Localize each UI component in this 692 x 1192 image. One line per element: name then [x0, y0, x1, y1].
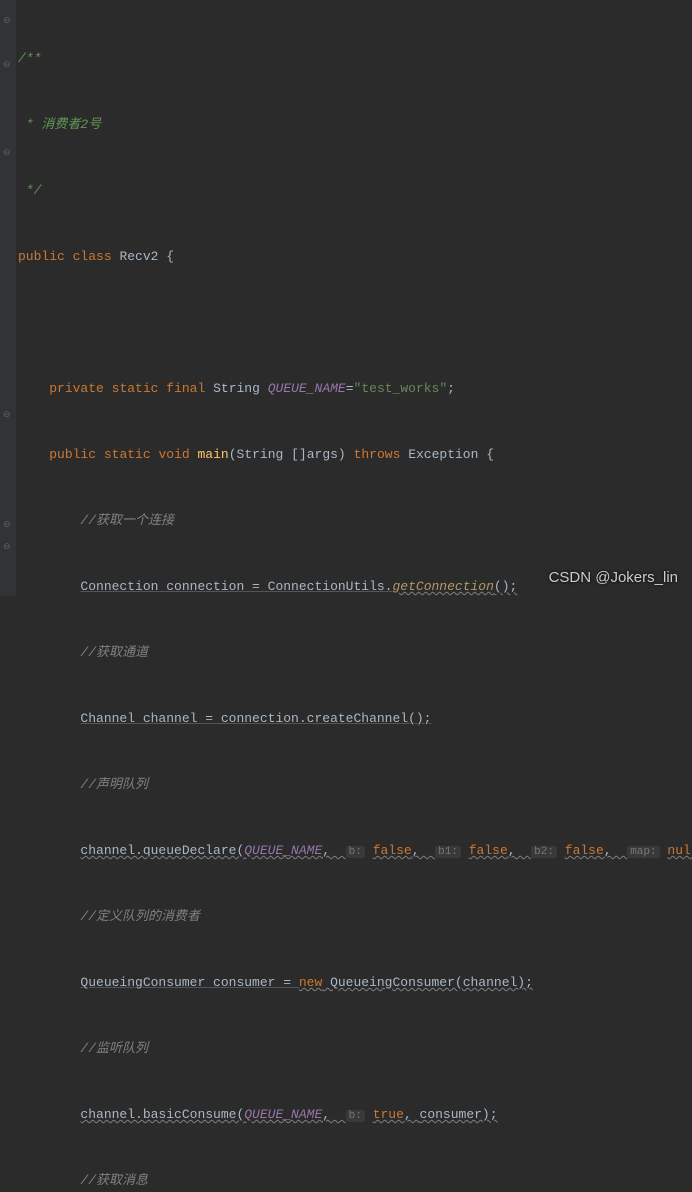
fold-icon[interactable]: ⊖	[3, 520, 11, 530]
op: =	[346, 381, 354, 396]
keyword-void: void	[158, 447, 189, 462]
code-editor[interactable]: ⊖ ⊖ ⊖ ⊖ ⊖ ⊖ /** * 消费者2号 */ public class …	[0, 0, 692, 596]
string-literal: "test_works"	[354, 381, 448, 396]
method-call: getConnection	[392, 579, 493, 594]
semi: ;	[447, 381, 455, 396]
keyword-false: false	[469, 843, 508, 858]
keyword-false: false	[373, 843, 412, 858]
fold-icon[interactable]: ⊖	[3, 410, 11, 420]
class-name: Recv2	[119, 249, 158, 264]
param-hint: map:	[627, 846, 659, 858]
editor-gutter: ⊖ ⊖ ⊖ ⊖ ⊖ ⊖	[0, 0, 16, 596]
keyword-class: class	[73, 249, 112, 264]
exception: Exception {	[408, 447, 494, 462]
keyword-throws: throws	[354, 447, 401, 462]
watermark: CSDN @Jokers_lin	[549, 569, 678, 586]
brace: {	[158, 249, 174, 264]
fold-icon[interactable]: ⊖	[3, 542, 11, 552]
constant: QUEUE_NAME	[268, 381, 346, 396]
code: channel.queueDeclare(	[80, 843, 244, 858]
code: QueueingConsumer consumer =	[80, 975, 298, 990]
keyword-true: true	[373, 1107, 404, 1122]
param-hint: b2:	[531, 846, 557, 858]
keyword-null: null	[667, 843, 692, 858]
param-hint: b:	[346, 846, 365, 858]
fold-icon[interactable]: ⊖	[3, 60, 11, 70]
code: QueueingConsumer(channel);	[322, 975, 533, 990]
comment: //获取一个连接	[80, 513, 174, 528]
code: channel.basicConsume(	[80, 1107, 244, 1122]
method-main: main	[198, 447, 229, 462]
constant: QUEUE_NAME	[244, 843, 322, 858]
keyword-static: static	[104, 447, 151, 462]
fold-icon[interactable]: ⊖	[3, 16, 11, 26]
doc-comment: * 消费者2号	[18, 117, 101, 132]
code: Channel channel = connection.createChann…	[80, 711, 431, 726]
comment: //声明队列	[80, 777, 148, 792]
keyword-false: false	[565, 843, 604, 858]
param-hint: b1:	[435, 846, 461, 858]
doc-comment: */	[18, 183, 41, 198]
keyword-new: new	[299, 975, 322, 990]
keyword-public: public	[49, 447, 96, 462]
doc-comment: /**	[18, 51, 41, 66]
code: ();	[494, 579, 517, 594]
code-area[interactable]: /** * 消费者2号 */ public class Recv2 { priv…	[16, 0, 692, 596]
code: Connection connection = ConnectionUtils.	[80, 579, 392, 594]
constant: QUEUE_NAME	[244, 1107, 322, 1122]
fold-icon[interactable]: ⊖	[3, 148, 11, 158]
comment: //监听队列	[80, 1041, 148, 1056]
keyword-public: public	[18, 249, 65, 264]
param-hint: b:	[346, 1110, 365, 1122]
keyword-private: private	[49, 381, 104, 396]
comment: //获取消息	[80, 1173, 148, 1188]
comment: //获取通道	[80, 645, 148, 660]
params: (String []args)	[229, 447, 346, 462]
keyword-final: final	[166, 381, 205, 396]
keyword-static: static	[112, 381, 159, 396]
arg: consumer);	[420, 1107, 498, 1122]
type: String	[213, 381, 260, 396]
comment: //定义队列的消费者	[80, 909, 200, 924]
